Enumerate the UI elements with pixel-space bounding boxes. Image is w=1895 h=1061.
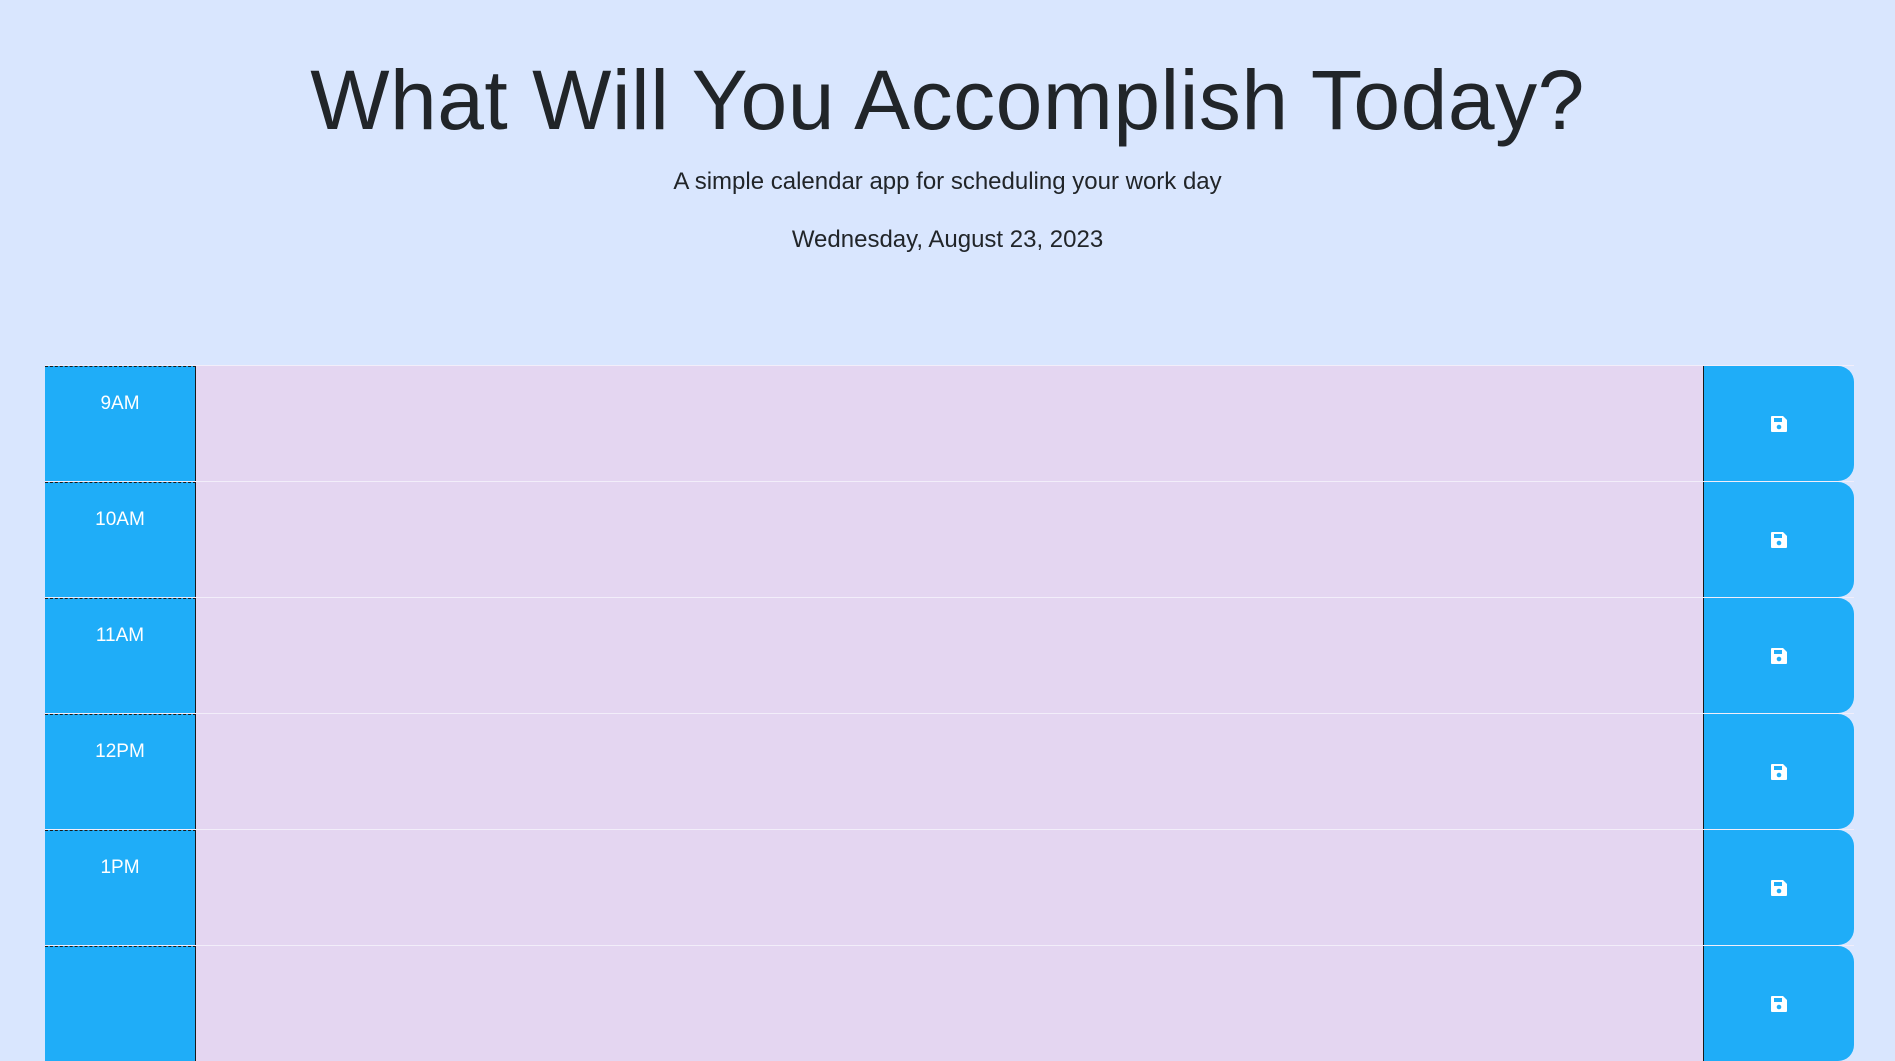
hour-label: 12PM bbox=[45, 714, 196, 829]
time-block-9am: 9AM bbox=[45, 365, 1854, 481]
event-description-input[interactable] bbox=[196, 482, 1703, 597]
hour-label: 11AM bbox=[45, 598, 196, 713]
current-date: Wednesday, August 23, 2023 bbox=[791, 226, 1104, 253]
event-description-input[interactable] bbox=[196, 830, 1703, 945]
save-button[interactable] bbox=[1703, 946, 1854, 1061]
page-header: What Will You Accomplish Today? A simple… bbox=[0, 0, 1895, 255]
time-block-list: 9AM 10AM 11AM 12PM 1PM bbox=[45, 365, 1854, 1061]
floppy-disk-icon bbox=[1771, 879, 1787, 896]
event-description-input[interactable] bbox=[196, 714, 1703, 829]
floppy-disk-icon bbox=[1771, 531, 1787, 548]
hour-label: 1PM bbox=[45, 830, 196, 945]
hour-label: 10AM bbox=[45, 482, 196, 597]
time-block-10am: 10AM bbox=[45, 481, 1854, 597]
time-block-1pm: 1PM bbox=[45, 829, 1854, 945]
hour-label: 9AM bbox=[45, 366, 196, 481]
event-description-input[interactable] bbox=[196, 946, 1703, 1061]
time-block-next bbox=[45, 945, 1854, 1061]
floppy-disk-icon bbox=[1771, 763, 1787, 780]
save-button[interactable] bbox=[1703, 714, 1854, 829]
floppy-disk-icon bbox=[1771, 647, 1787, 664]
floppy-disk-icon bbox=[1771, 995, 1787, 1012]
save-button[interactable] bbox=[1703, 366, 1854, 481]
time-block-11am: 11AM bbox=[45, 597, 1854, 713]
event-description-input[interactable] bbox=[196, 366, 1703, 481]
time-block-12pm: 12PM bbox=[45, 713, 1854, 829]
event-description-input[interactable] bbox=[196, 598, 1703, 713]
save-button[interactable] bbox=[1703, 482, 1854, 597]
save-button[interactable] bbox=[1703, 830, 1854, 945]
floppy-disk-icon bbox=[1771, 415, 1787, 432]
page-title: What Will You Accomplish Today? bbox=[310, 53, 1585, 147]
save-button[interactable] bbox=[1703, 598, 1854, 713]
page-subtitle: A simple calendar app for scheduling you… bbox=[673, 168, 1222, 195]
hour-label bbox=[45, 946, 196, 1061]
